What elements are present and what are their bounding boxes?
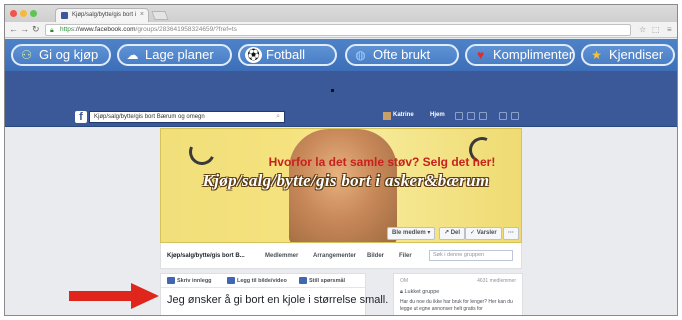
bookmark-label: Lage planer bbox=[145, 47, 214, 62]
extension-icon[interactable]: ⬚ bbox=[652, 25, 660, 34]
user-name: Katrine bbox=[393, 112, 414, 118]
more-button[interactable]: ··· bbox=[503, 227, 519, 240]
about-heading: OM bbox=[400, 278, 409, 284]
tab-files[interactable]: Filer bbox=[399, 253, 412, 259]
member-button[interactable]: Ble medlem ▾ bbox=[387, 227, 436, 240]
forward-icon[interactable]: → bbox=[20, 24, 29, 34]
notifications-label: Varsler bbox=[476, 230, 497, 236]
bookmarks-bar: ⚇ Gi og kjøp ☁ Lage planer ⚽︎ Fotball ◍ … bbox=[5, 39, 677, 71]
lock-icon: 🔒︎ bbox=[50, 27, 54, 34]
bookmark-star-icon[interactable]: ☆ bbox=[639, 25, 646, 34]
bookmark-lage-planer[interactable]: ☁ Lage planer bbox=[117, 44, 232, 66]
bookmark-fotball[interactable]: ⚽︎ Fotball bbox=[238, 44, 337, 66]
cloud-icon: ☁ bbox=[126, 48, 139, 62]
globe-icon: ◍ bbox=[355, 48, 366, 62]
tab-label: Legg til bilde/video bbox=[237, 278, 287, 284]
tab-ask-question[interactable]: Still spørsmål bbox=[299, 277, 346, 284]
tab-write-post[interactable]: Skriv innlegg bbox=[167, 277, 212, 284]
reload-icon[interactable]: ↻ bbox=[32, 24, 40, 35]
post-composer: Skriv innlegg Legg til bilde/video Still… bbox=[160, 273, 388, 315]
facebook-search-input[interactable]: Kjøp/salg/bytte/gis bort Bærum og omegn … bbox=[89, 111, 285, 123]
soccer-ball-icon: ⚽︎ bbox=[245, 47, 262, 63]
address-bar[interactable]: 🔒︎ https://www.facebook.com/groups/28364… bbox=[45, 24, 631, 36]
home-link[interactable]: Hjem bbox=[430, 112, 445, 118]
people-icon: ⚇ bbox=[21, 48, 32, 62]
lamp-left-image bbox=[185, 135, 219, 169]
menu-icon[interactable]: ≡ bbox=[667, 25, 672, 34]
messages-icon[interactable] bbox=[467, 112, 475, 120]
tab-title: Kjøp/salg/bytte/gis bort i bbox=[72, 12, 137, 18]
bookmark-label: Gi og kjøp bbox=[39, 47, 99, 62]
search-icon[interactable]: ⌕ bbox=[276, 112, 280, 122]
red-arrow-icon bbox=[69, 283, 159, 309]
privacy-text: Lukket gruppe bbox=[404, 289, 440, 295]
close-tab-icon[interactable]: × bbox=[140, 11, 144, 18]
facebook-top-bar: f Kjøp/salg/bytte/gis bort Bærum og omeg… bbox=[5, 107, 677, 127]
bookmark-label: Komplimenter bbox=[493, 47, 574, 62]
notifications-button[interactable]: ✓ Varsler bbox=[465, 227, 502, 240]
cover-red-text: Hvorfor la det samle støv? Selg det her! bbox=[268, 155, 496, 169]
bookmark-label: Ofte brukt bbox=[373, 47, 431, 62]
composer-tabs: Skriv innlegg Legg til bilde/video Still… bbox=[161, 274, 365, 288]
group-name-link[interactable]: Kjøp/salg/bytte/gis bort B... bbox=[167, 253, 245, 259]
maximize-window-button[interactable] bbox=[30, 10, 37, 17]
url-scheme: https bbox=[60, 26, 75, 33]
close-window-button[interactable] bbox=[10, 10, 17, 17]
share-label: Del bbox=[450, 230, 461, 236]
new-tab-button[interactable] bbox=[151, 11, 169, 20]
avatar bbox=[383, 112, 391, 120]
bookmark-kjendiser[interactable]: ★ Kjendiser bbox=[581, 44, 675, 66]
bookmark-gi-og-kjop[interactable]: ⚇ Gi og kjøp bbox=[11, 44, 111, 66]
tab-label: Skriv innlegg bbox=[177, 278, 212, 284]
browser-toolbar: ← → ↻ 🔒︎ https://www.facebook.com/groups… bbox=[5, 22, 677, 38]
url-path: /groups/283641958324659/?fref=ts bbox=[135, 26, 237, 33]
facebook-favicon-icon bbox=[61, 12, 68, 19]
group-search-input[interactable]: Søk i denne gruppen bbox=[429, 250, 513, 261]
settings-dropdown-icon[interactable] bbox=[511, 112, 519, 120]
composer-text-input[interactable]: Jeg ønsker å gi bort en kjole i størrels… bbox=[167, 294, 388, 306]
heart-icon: ♥ bbox=[476, 48, 485, 62]
privacy-shortcuts-icon[interactable] bbox=[499, 112, 507, 120]
star-icon: ★ bbox=[591, 48, 602, 62]
cover-main-text: Kjøp/salg/bytte/gis bort i asker&bærum bbox=[202, 171, 490, 190]
browser-window: Kjøp/salg/bytte/gis bort i × ← → ↻ 🔒︎ ht… bbox=[4, 4, 678, 316]
pencil-icon bbox=[167, 277, 175, 284]
tab-label: Still spørsmål bbox=[309, 278, 346, 284]
notifications-icon[interactable] bbox=[479, 112, 487, 120]
profile-link[interactable]: Katrine bbox=[383, 112, 414, 120]
bookmark-label: Kjendiser bbox=[609, 47, 664, 62]
group-cover-photo: Hvorfor la det samle støv? Selg det her!… bbox=[160, 128, 522, 243]
friend-requests-icon[interactable] bbox=[455, 112, 463, 120]
about-header: OM 4631 medlemmer bbox=[400, 278, 516, 286]
facebook-search-value: Kjøp/salg/bytte/gis bort Bærum og omegn bbox=[94, 114, 205, 120]
minimize-window-button[interactable] bbox=[20, 10, 27, 17]
share-button[interactable]: ↗ Del bbox=[439, 227, 466, 240]
privacy-label: 🔒︎ Lukket gruppe bbox=[400, 289, 440, 295]
bookmark-ofte-brukt[interactable]: ◍ Ofte brukt bbox=[345, 44, 459, 66]
tab-add-photo[interactable]: Legg til bilde/video bbox=[227, 277, 287, 284]
tab-members[interactable]: Medlemmer bbox=[265, 253, 298, 259]
group-description: Har du noe du ikke har bruk for lenger? … bbox=[400, 299, 513, 312]
group-navigation: Kjøp/salg/bytte/gis bort B... Medlemmer … bbox=[160, 243, 522, 269]
back-icon[interactable]: ← bbox=[9, 24, 18, 34]
question-icon bbox=[299, 277, 307, 284]
tab-strip: Kjøp/salg/bytte/gis bort i × bbox=[5, 5, 677, 22]
bookmark-komplimenter[interactable]: ♥ Komplimenter bbox=[465, 44, 575, 66]
member-count[interactable]: 4631 medlemmer bbox=[477, 278, 516, 284]
tab-events[interactable]: Arrangementer bbox=[313, 253, 356, 259]
url-host: ://www.facebook.com bbox=[74, 26, 136, 33]
bookmark-label: Fotball bbox=[266, 47, 306, 62]
browser-tab[interactable]: Kjøp/salg/bytte/gis bort i × bbox=[55, 8, 149, 22]
tab-photos[interactable]: Bilder bbox=[367, 253, 384, 259]
group-about-panel: OM 4631 medlemmer 🔒︎ Lukket gruppe Har d… bbox=[393, 273, 523, 315]
mouse-cursor bbox=[331, 89, 334, 92]
facebook-logo-icon[interactable]: f bbox=[75, 111, 87, 123]
page-header-background bbox=[5, 71, 677, 107]
photo-icon bbox=[227, 277, 235, 284]
